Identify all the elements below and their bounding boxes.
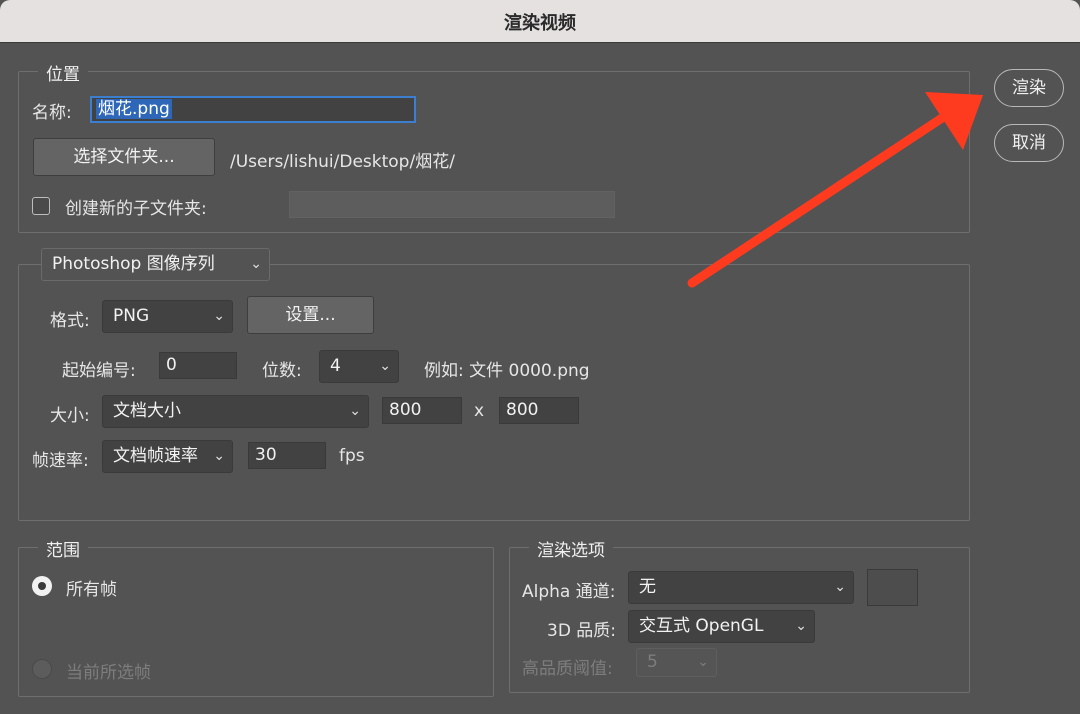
annotation-arrow-icon (687, 92, 983, 288)
name-input-text: 烟花.png (96, 99, 172, 119)
radio-dot (38, 582, 46, 590)
quality-label: 3D 品质: (547, 621, 617, 641)
threshold-label: 高品质阈值: (522, 659, 613, 679)
size-value: 文档大小 (113, 401, 181, 421)
format-label: 格式: (50, 311, 90, 331)
chevron-down-icon: ⌄ (697, 654, 709, 670)
name-label: 名称: (32, 103, 72, 123)
cancel-button[interactable]: 取消 (994, 124, 1064, 162)
window-title: 渲染视频 (504, 13, 576, 34)
alpha-label: Alpha 通道: (522, 582, 616, 602)
chevron-down-icon: ⌄ (349, 403, 361, 419)
range-legend: 范围 (38, 536, 88, 561)
fps-select-value: 文档帧速率 (113, 446, 198, 466)
subfolder-label: 创建新的子文件夹: (65, 199, 207, 219)
subfolder-checkbox[interactable] (32, 197, 50, 215)
format-value: PNG (113, 306, 150, 326)
fps-input[interactable]: 30 (248, 442, 326, 469)
color-swatch[interactable] (867, 569, 918, 606)
alpha-value: 无 (639, 577, 656, 597)
start-number-label: 起始编号: (62, 361, 136, 381)
chevron-down-icon: ⌄ (379, 358, 391, 374)
name-input[interactable]: 烟花.png (90, 96, 416, 123)
current-frames-radio[interactable] (32, 659, 52, 679)
fps-select[interactable]: 文档帧速率 ⌄ (102, 440, 233, 473)
height-input[interactable]: 800 (499, 397, 579, 424)
threshold-value: 5 (647, 652, 658, 672)
width-input[interactable]: 800 (382, 397, 462, 424)
current-frames-label: 当前所选帧 (66, 663, 151, 683)
sequence-type-value: Photoshop 图像序列 (52, 254, 215, 274)
chevron-down-icon: ⌄ (250, 256, 262, 272)
chevron-down-icon: ⌄ (213, 308, 225, 324)
render-button[interactable]: 渲染 (994, 69, 1064, 107)
digits-label: 位数: (262, 361, 302, 381)
threshold-select[interactable]: 5 ⌄ (636, 648, 717, 677)
quality-value: 交互式 OpenGL (639, 616, 764, 636)
settings-button[interactable]: 设置... (247, 296, 374, 334)
times-label: x (474, 401, 485, 421)
digits-value: 4 (330, 356, 341, 376)
all-frames-label: 所有帧 (66, 580, 117, 600)
all-frames-radio[interactable] (32, 576, 52, 596)
location-legend: 位置 (38, 60, 88, 85)
render-options-legend: 渲染选项 (529, 536, 613, 561)
subfolder-input[interactable] (289, 191, 615, 218)
chevron-down-icon: ⌄ (834, 579, 846, 595)
example-text: 例如: 文件 0000.png (424, 361, 590, 381)
alpha-select[interactable]: 无 ⌄ (628, 571, 854, 604)
sequence-type-select[interactable]: Photoshop 图像序列 ⌄ (41, 248, 270, 281)
chevron-down-icon: ⌄ (213, 448, 225, 464)
title-bar: 渲染视频 (0, 0, 1080, 43)
fps-label: 帧速率: (32, 451, 89, 471)
folder-path: /Users/lishui/Desktop/烟花/ (230, 152, 455, 172)
size-label: 大小: (50, 406, 90, 426)
digits-select[interactable]: 4 ⌄ (319, 350, 399, 383)
choose-folder-button[interactable]: 选择文件夹... (33, 138, 215, 176)
fps-unit: fps (339, 446, 365, 466)
format-select[interactable]: PNG ⌄ (102, 300, 233, 333)
size-select[interactable]: 文档大小 ⌄ (102, 395, 369, 428)
chevron-down-icon: ⌄ (795, 618, 807, 634)
quality-select[interactable]: 交互式 OpenGL ⌄ (628, 610, 815, 643)
start-number-input[interactable]: 0 (159, 352, 237, 379)
